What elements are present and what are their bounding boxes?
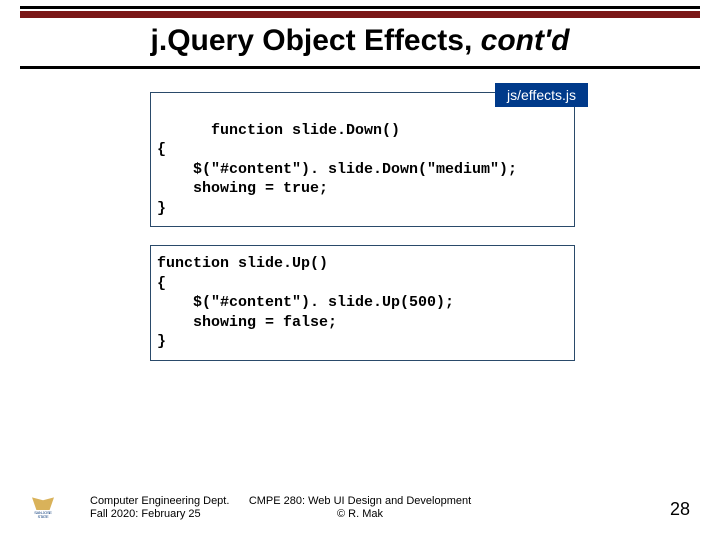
- logo-text: SAN JOSE STATE: [30, 511, 56, 519]
- code-text-2: function slide.Up() { $("#content"). sli…: [157, 255, 454, 350]
- footer-dept: Computer Engineering Dept. Fall 2020: Fe…: [90, 495, 229, 523]
- code-block-2: function slide.Up() { $("#content"). sli…: [150, 245, 575, 361]
- title-main: j.Query Object Effects,: [151, 24, 481, 57]
- slide-title: j.Query Object Effects, cont'd: [0, 22, 720, 66]
- footer-dept-line2: Fall 2020: February 25: [90, 508, 229, 522]
- title-contd: cont'd: [481, 24, 570, 57]
- footer-center-line2: © R. Mak: [249, 508, 471, 522]
- file-tag: js/effects.js: [495, 83, 588, 107]
- title-underline: [20, 66, 700, 69]
- footer: SAN JOSE STATE Computer Engineering Dept…: [0, 488, 720, 528]
- code-block-1: js/effects.jsfunction slide.Down() { $("…: [150, 92, 575, 227]
- content-area: js/effects.js function slide.Down() { $("…: [0, 80, 720, 500]
- university-logo: SAN JOSE STATE: [30, 496, 56, 526]
- decor-stripe-top: [20, 6, 700, 9]
- logo-icon: [32, 496, 54, 510]
- footer-center: CMPE 280: Web UI Design and Development …: [249, 495, 471, 523]
- page-number: 28: [670, 499, 690, 520]
- footer-dept-line1: Computer Engineering Dept.: [90, 495, 229, 509]
- decor-stripe-mid: [20, 11, 700, 18]
- code-wrap: js/effects.jsfunction slide.Down() { $("…: [150, 92, 575, 361]
- footer-center-line1: CMPE 280: Web UI Design and Development: [249, 495, 471, 509]
- title-bar: j.Query Object Effects, cont'd: [0, 0, 720, 69]
- code-text-1: function slide.Down() { $("#content"). s…: [157, 122, 517, 217]
